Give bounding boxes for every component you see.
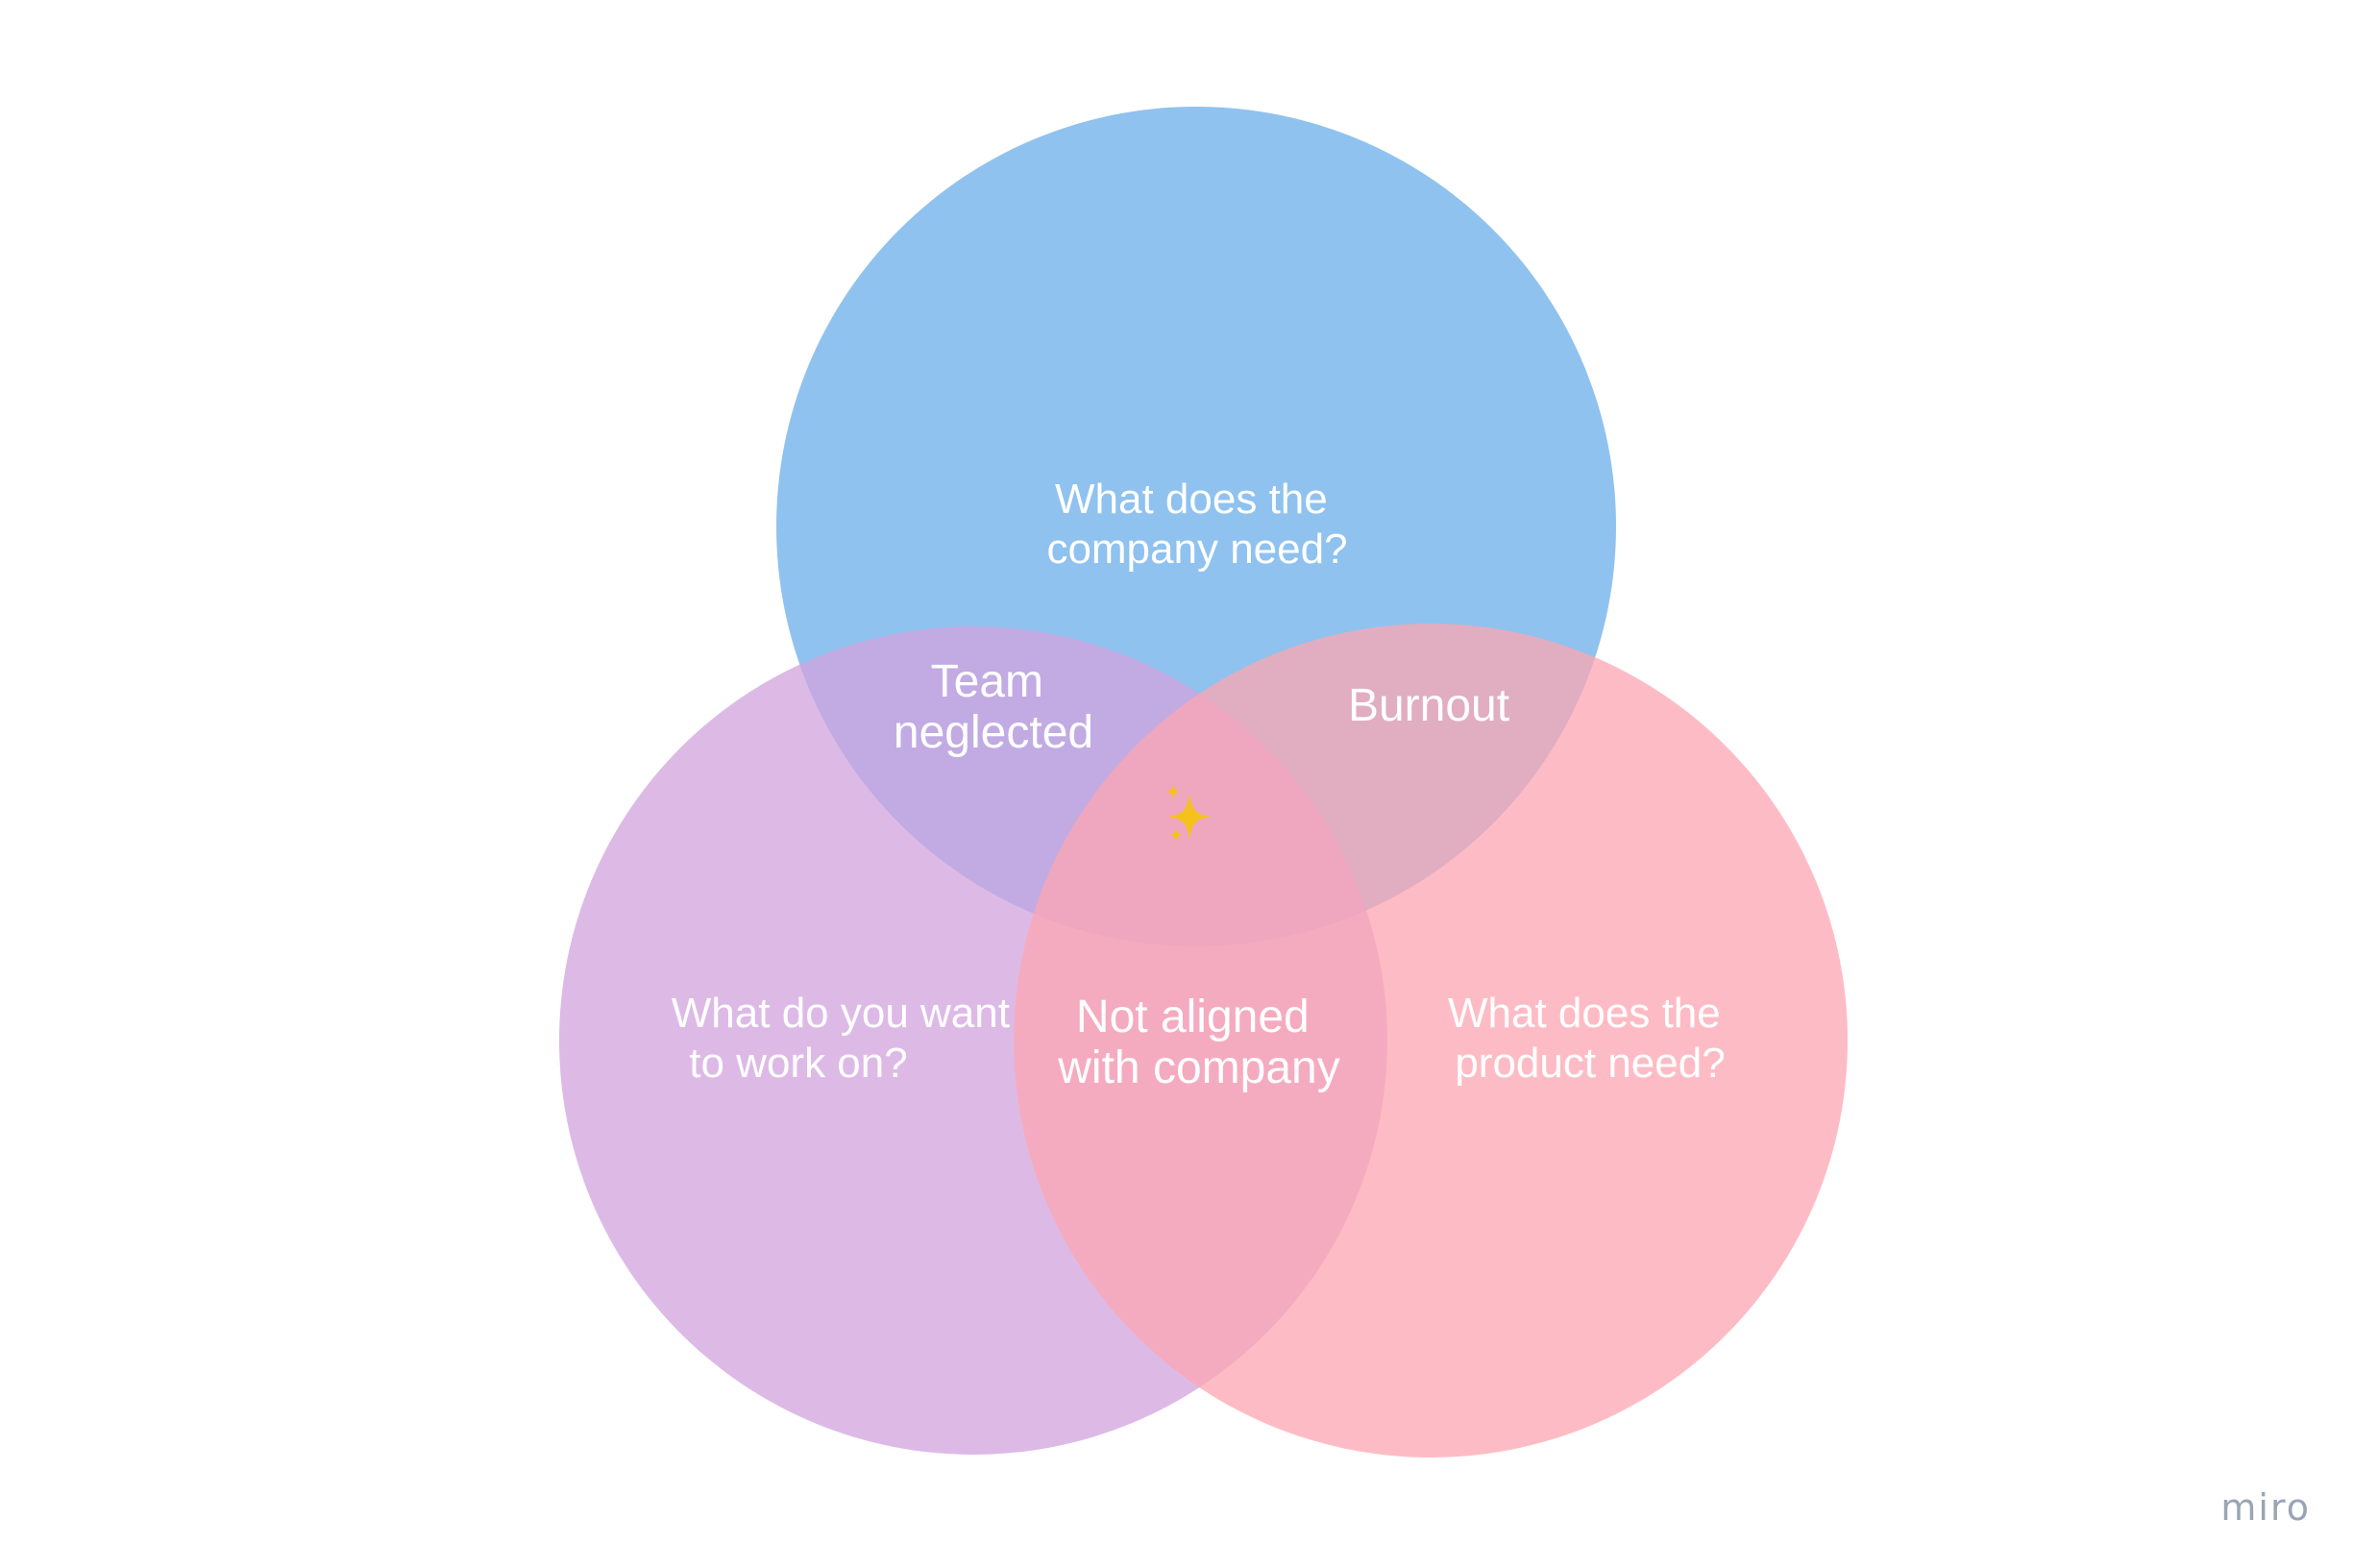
venn-diagram-canvas: What does the company need? What do you … (0, 0, 2353, 1568)
company-label-line2: company need? (1046, 526, 1347, 573)
company-label-line1: What does the (1055, 476, 1328, 523)
not-aligned-line2: with company (1057, 1042, 1339, 1093)
product-label-line2: product need? (1455, 1040, 1725, 1087)
not-aligned-label: Not aligned with company (1057, 992, 1339, 1093)
burnout-label: Burnout (1348, 680, 1509, 731)
venn-diagram: What does the company need? What do you … (559, 107, 2311, 1529)
you-label-line1: What do you want (672, 990, 1010, 1037)
not-aligned-line1: Not aligned (1076, 992, 1310, 1042)
burnout-line1: Burnout (1348, 680, 1509, 731)
team-neglected-line1: Team (931, 656, 1043, 707)
team-neglected-line2: neglected (894, 707, 1093, 758)
you-label-line2: to work on? (689, 1040, 907, 1087)
miro-watermark: miro (2220, 1486, 2311, 1529)
product-label-line1: What does the (1448, 990, 1721, 1037)
